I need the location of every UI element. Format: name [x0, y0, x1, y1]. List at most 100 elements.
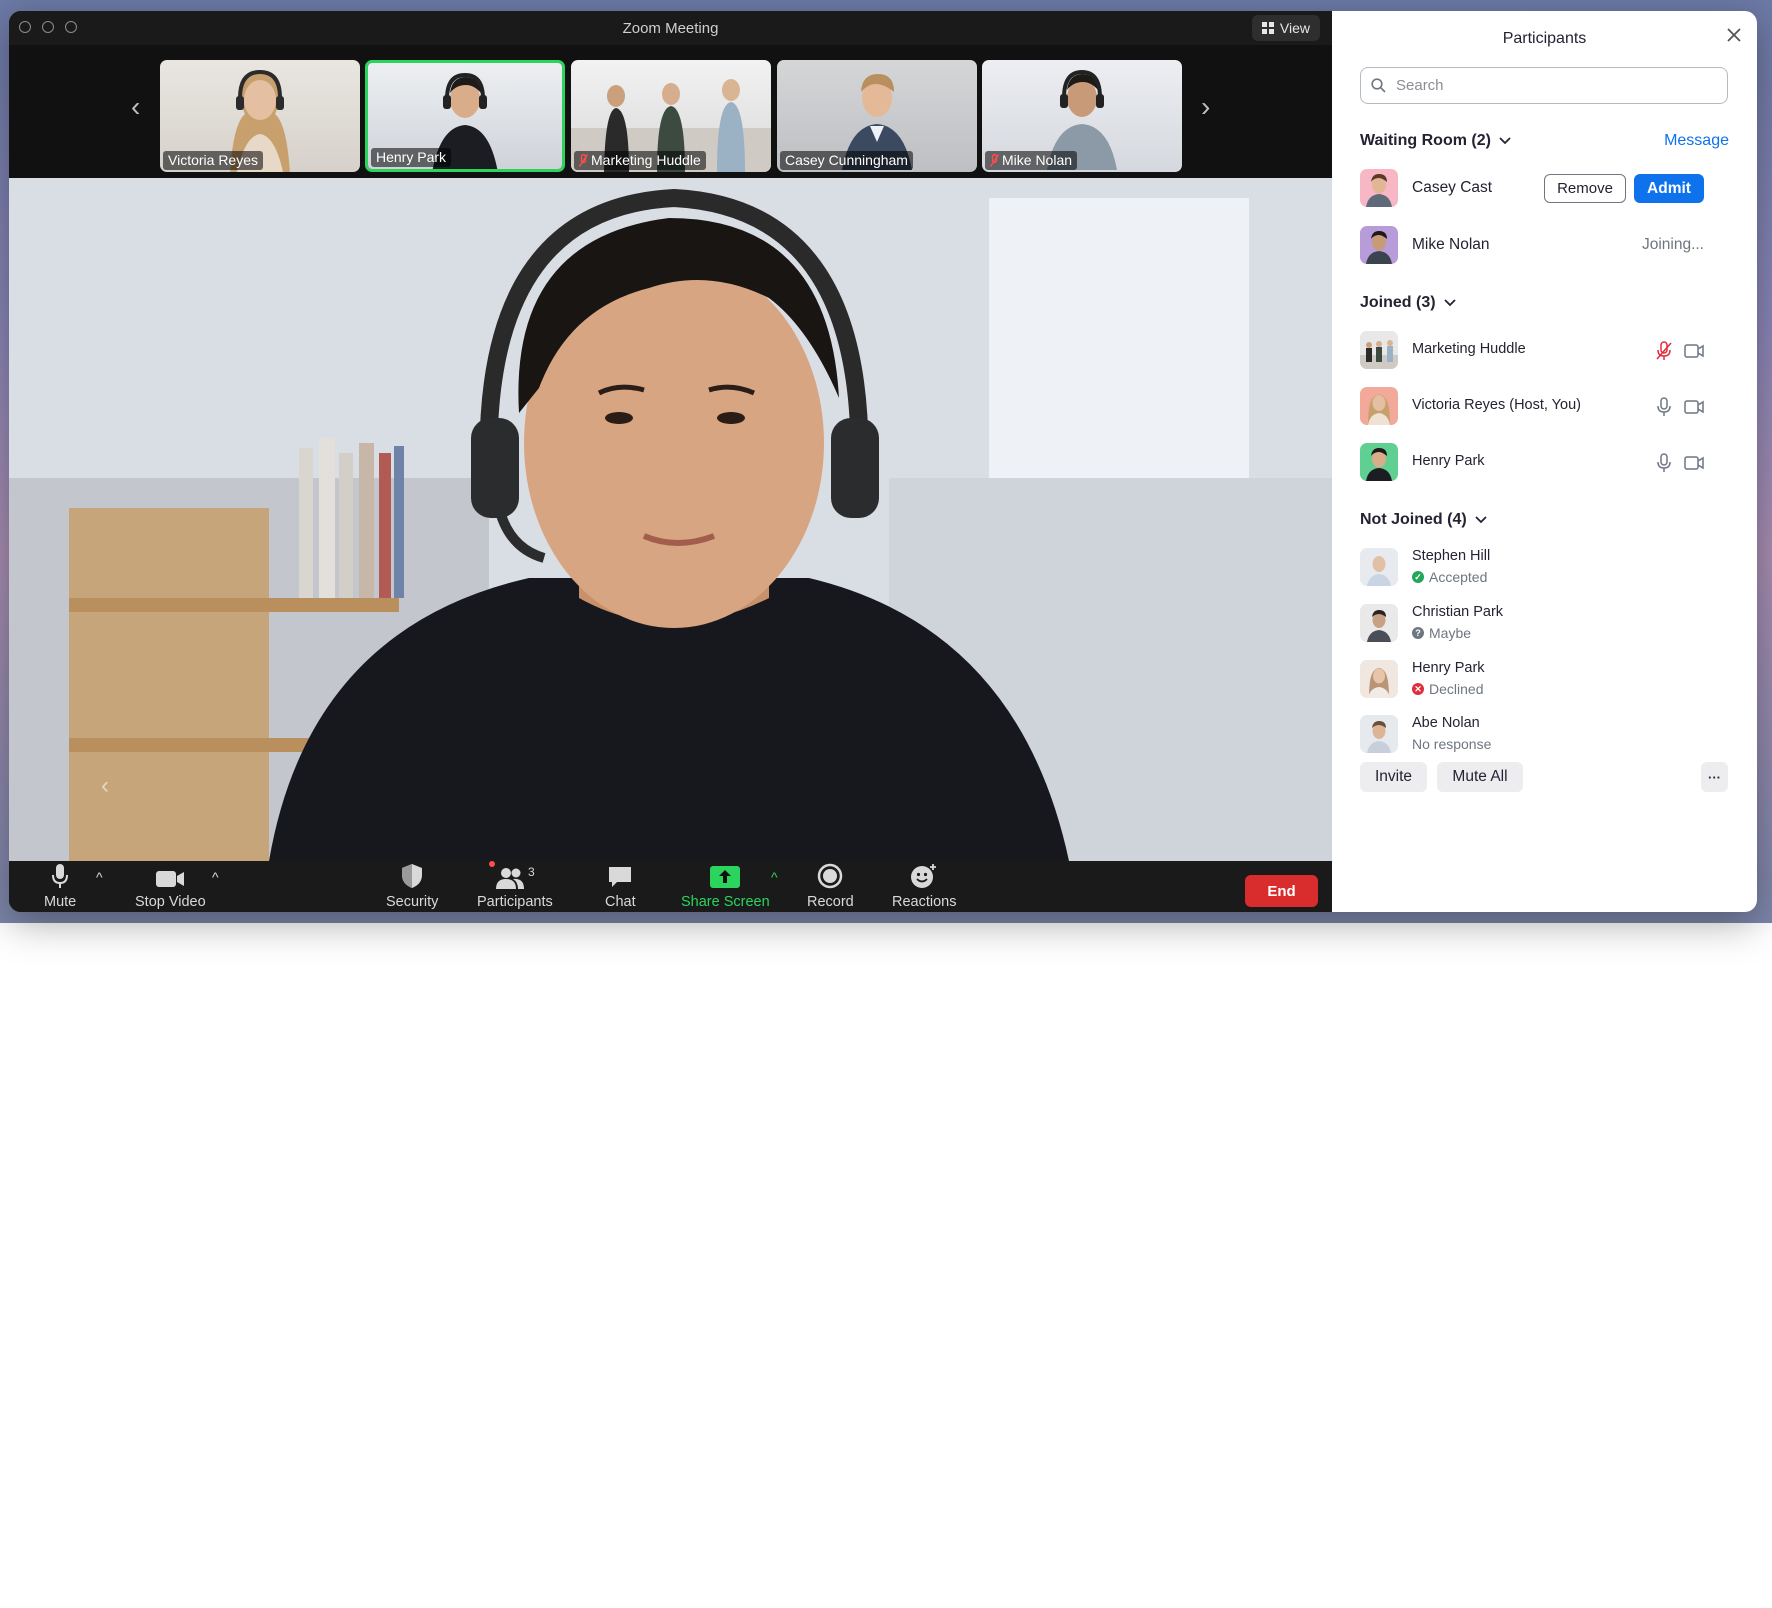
chevron-down-icon	[1499, 137, 1511, 145]
avatar	[1360, 660, 1398, 698]
microphone-icon	[51, 863, 69, 889]
rsvp-status: ? Maybe	[1412, 625, 1471, 641]
participants-panel: Participants Waiting Room (2) Message Ca…	[1332, 11, 1757, 912]
chat-label: Chat	[605, 894, 636, 910]
rsvp-status-label: No response	[1412, 736, 1492, 752]
waiting-row-mike-nolan: Mike Nolan Joining...	[1360, 226, 1730, 266]
chat-bubble-icon	[607, 863, 633, 889]
rsvp-status-label: Maybe	[1429, 625, 1472, 641]
joined-row-marketing-huddle[interactable]: Marketing Huddle	[1360, 331, 1730, 371]
rsvp-status: ✓ Accepted	[1412, 569, 1487, 585]
reactions-label: Reactions	[892, 894, 957, 910]
search-field[interactable]	[1360, 67, 1728, 104]
search-input[interactable]	[1394, 76, 1718, 95]
remove-button[interactable]: Remove	[1544, 174, 1626, 203]
stop-video-label: Stop Video	[135, 894, 206, 910]
share-options-caret-icon[interactable]: ^	[771, 869, 778, 885]
speaker-scene	[9, 178, 1332, 861]
video-camera-icon[interactable]	[1684, 400, 1704, 414]
not-joined-row-christian-park[interactable]: Christian Park ? Maybe	[1360, 604, 1730, 644]
close-icon[interactable]	[1725, 26, 1743, 44]
message-link[interactable]: Message	[1664, 132, 1729, 150]
microphone-icon[interactable]	[1656, 453, 1672, 473]
thumbnail-casey-cunningham[interactable]: Casey Cunningham	[777, 60, 977, 172]
view-button[interactable]: View	[1251, 15, 1320, 41]
share-screen-label: Share Screen	[681, 894, 770, 910]
title-bar: Zoom Meeting View	[9, 11, 1332, 45]
invite-button[interactable]: Invite	[1360, 762, 1427, 792]
thumbnail-mike-nolan[interactable]: Mike Nolan	[982, 60, 1182, 172]
not-joined-row-abe-nolan[interactable]: Abe Nolan No response	[1360, 715, 1730, 755]
meeting-toolbar: Mute ^ Stop Video ^ Security 3 Participa…	[9, 861, 1332, 912]
thumbnail-henry-park[interactable]: Henry Park	[365, 60, 565, 172]
mute-all-button[interactable]: Mute All	[1437, 762, 1523, 792]
participant-name: Henry Park	[1412, 660, 1485, 676]
check-circle-icon: ✓	[1412, 571, 1424, 583]
chevron-down-icon	[1475, 516, 1487, 524]
search-icon	[1371, 78, 1386, 93]
view-label: View	[1279, 20, 1310, 36]
joined-row-victoria-reyes[interactable]: Victoria Reyes (Host, You)	[1360, 387, 1730, 427]
admit-button[interactable]: Admit	[1634, 174, 1704, 203]
chevron-right-icon[interactable]: ›	[1201, 93, 1210, 121]
joined-row-henry-park[interactable]: Henry Park	[1360, 443, 1730, 483]
rsvp-status-label: Accepted	[1429, 569, 1488, 585]
meeting-area: Zoom Meeting View ‹ Victoria Reyes Henry…	[9, 11, 1332, 912]
participant-name: Henry Park	[1412, 453, 1485, 469]
stop-video-button[interactable]: Stop Video	[135, 863, 206, 910]
participant-name: Casey Cast	[1412, 179, 1493, 196]
thumbnail-marketing-huddle[interactable]: Marketing Huddle	[571, 60, 771, 172]
zoom-window: Zoom Meeting View ‹ Victoria Reyes Henry…	[9, 11, 1757, 912]
mute-button[interactable]: Mute	[44, 863, 76, 910]
record-button[interactable]: Record	[807, 863, 854, 910]
avatar	[1360, 443, 1398, 481]
muted-mic-icon	[579, 153, 588, 167]
share-screen-button[interactable]: Share Screen	[681, 863, 770, 910]
grid-icon	[1261, 22, 1274, 34]
participants-button[interactable]: 3 Participants	[477, 861, 553, 910]
avatar	[1360, 169, 1398, 207]
avatar	[1360, 604, 1398, 642]
rsvp-status-label: Declined	[1429, 681, 1484, 697]
video-camera-icon[interactable]	[1684, 456, 1704, 470]
row-status-icons	[1656, 397, 1704, 417]
chevron-left-icon[interactable]: ‹	[131, 93, 140, 121]
joined-title: Joined (3)	[1360, 294, 1436, 311]
chevron-down-icon	[1443, 299, 1456, 307]
joining-status: Joining...	[1641, 236, 1704, 253]
waiting-room-header[interactable]: Waiting Room (2)	[1360, 132, 1511, 150]
share-screen-icon	[710, 863, 741, 889]
thumbnail-label: Marketing Huddle	[574, 151, 706, 170]
avatar	[1360, 387, 1398, 425]
participants-count: 3	[528, 865, 535, 879]
participant-name: Abe Nolan	[1412, 715, 1480, 731]
end-meeting-button[interactable]: End	[1245, 875, 1318, 907]
joined-header[interactable]: Joined (3)	[1360, 294, 1456, 312]
participant-name: Victoria Reyes (Host, You)	[1412, 397, 1581, 413]
record-label: Record	[807, 894, 854, 910]
smiley-plus-icon	[910, 863, 938, 889]
thumbnail-victoria-reyes[interactable]: Victoria Reyes	[160, 60, 360, 172]
not-joined-row-henry-park[interactable]: Henry Park ✕ Declined	[1360, 660, 1730, 700]
chat-button[interactable]: Chat	[605, 863, 636, 910]
avatar	[1360, 715, 1398, 753]
video-options-caret-icon[interactable]: ^	[212, 869, 219, 885]
not-joined-header[interactable]: Not Joined (4)	[1360, 511, 1487, 529]
thumbnail-label: Mike Nolan	[985, 151, 1078, 170]
video-camera-icon[interactable]	[1684, 344, 1704, 358]
waiting-room-title: Waiting Room (2)	[1360, 132, 1491, 149]
more-options-button[interactable]: ···	[1701, 762, 1728, 792]
not-joined-row-stephen-hill[interactable]: Stephen Hill ✓ Accepted	[1360, 548, 1730, 588]
window-title: Zoom Meeting	[622, 20, 719, 37]
panel-title: Participants	[1502, 30, 1587, 47]
microphone-icon[interactable]	[1656, 397, 1672, 417]
chevron-left-icon[interactable]: ‹	[101, 772, 109, 800]
muted-mic-icon[interactable]	[1656, 341, 1672, 361]
muted-mic-icon	[990, 153, 999, 167]
security-button[interactable]: Security	[386, 863, 438, 910]
mute-label: Mute	[44, 894, 77, 910]
thumbnail-label: Victoria Reyes	[163, 151, 264, 170]
reactions-button[interactable]: Reactions	[892, 863, 956, 910]
shield-icon	[401, 863, 423, 889]
mute-options-caret-icon[interactable]: ^	[96, 869, 103, 885]
